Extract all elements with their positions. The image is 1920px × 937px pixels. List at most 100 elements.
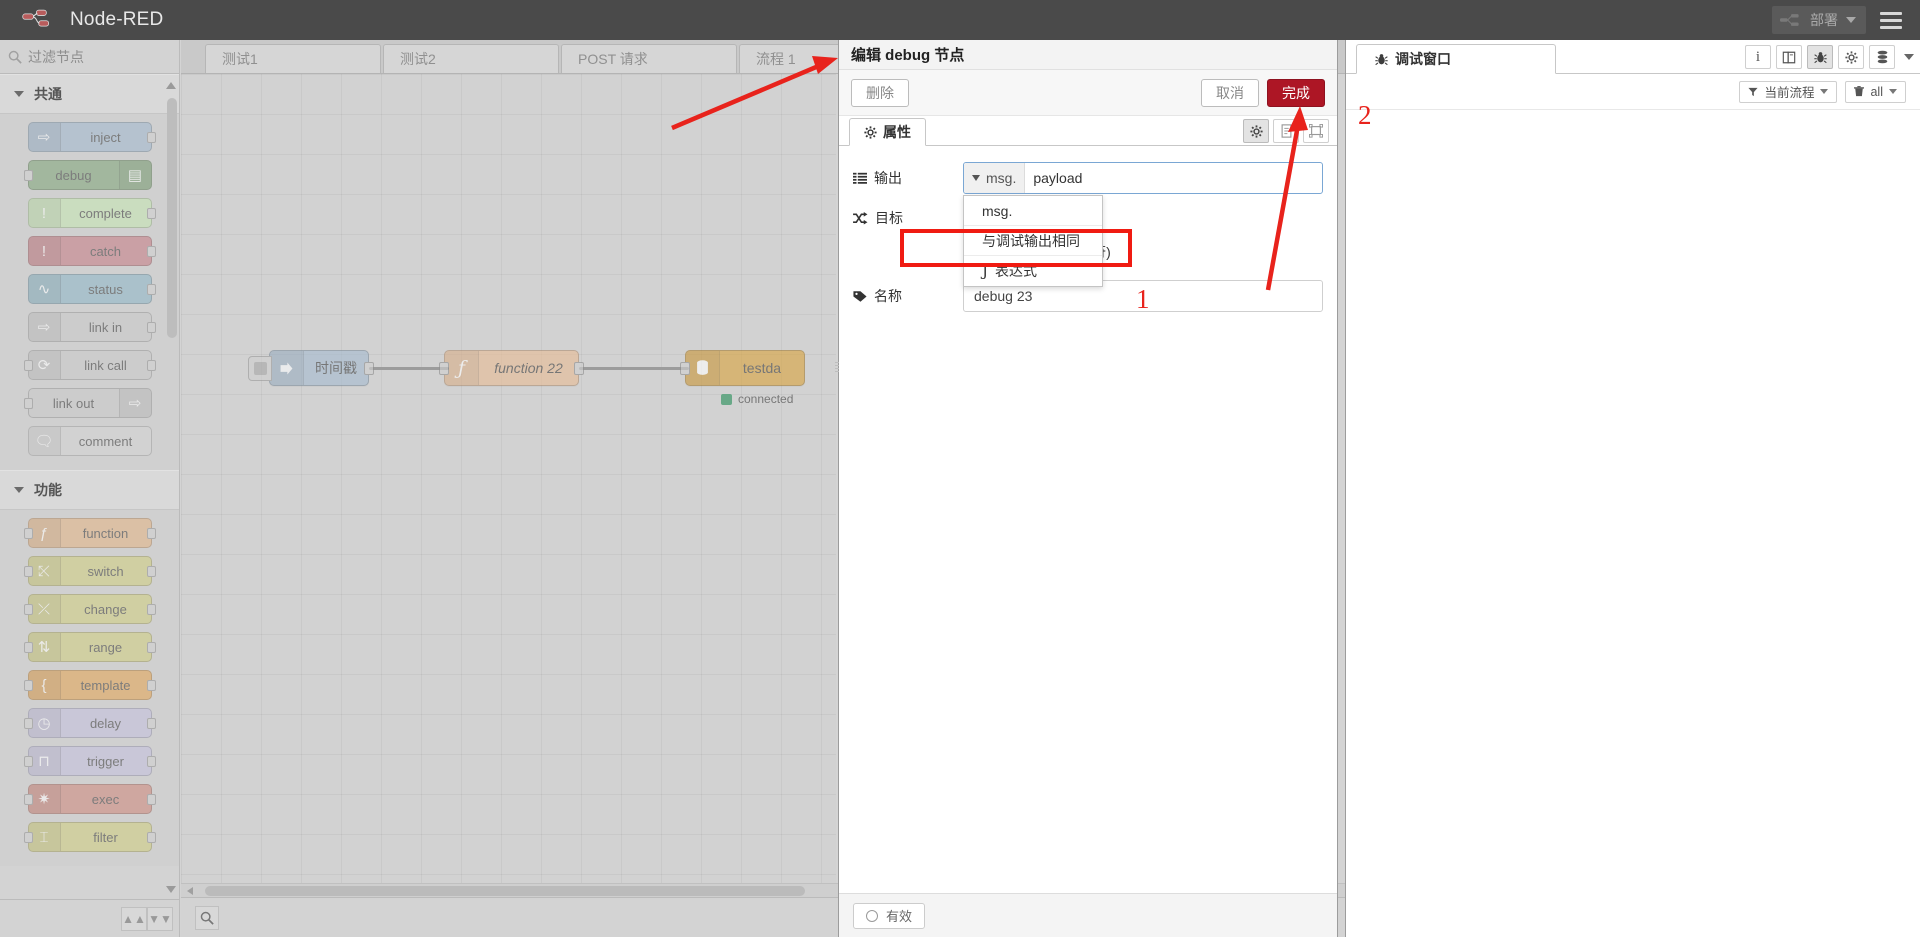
node-input-port[interactable] <box>23 642 33 653</box>
inject-trigger-button[interactable] <box>248 356 272 381</box>
node-input-port[interactable] <box>23 756 33 767</box>
node-input-port[interactable] <box>23 528 33 539</box>
node-input-port[interactable] <box>680 362 690 375</box>
chevron-down-icon[interactable] <box>1904 54 1914 60</box>
scroll-up-icon[interactable] <box>166 82 176 89</box>
collapse-all-icon[interactable]: ▲▲ <box>121 906 147 931</box>
palette-node-link-out[interactable]: link out ⇨ <box>23 388 152 418</box>
node-input-port[interactable] <box>439 362 449 375</box>
node-input-port[interactable] <box>23 718 33 729</box>
node-input-port[interactable] <box>23 680 33 691</box>
panel-resize-handle[interactable] <box>835 360 839 448</box>
palette-category-header[interactable]: 功能 <box>0 470 179 510</box>
palette-node-inject[interactable]: ⇨ inject <box>27 122 156 152</box>
palette-node-range[interactable]: ⇅ range <box>23 632 156 662</box>
scrollbar-thumb[interactable] <box>205 886 805 896</box>
node-input-port[interactable] <box>23 604 33 615</box>
node-input-port[interactable] <box>23 360 33 371</box>
node-output-port[interactable] <box>146 528 156 539</box>
node-output-port[interactable] <box>146 284 156 295</box>
node-input-port[interactable] <box>23 398 33 409</box>
palette-node-change[interactable]: ⤫ change <box>23 594 156 624</box>
palette-node-complete[interactable]: ! complete <box>27 198 156 228</box>
palette-node-status[interactable]: ∿ status <box>27 274 156 304</box>
palette-node-trigger[interactable]: ⊓ trigger <box>23 746 156 776</box>
node-output-port[interactable] <box>146 832 156 843</box>
palette-node-comment[interactable]: 🗨 comment <box>27 426 152 456</box>
palette-node-link-call[interactable]: ⟳ link call <box>23 350 156 380</box>
done-button[interactable]: 完成 <box>1267 78 1325 107</box>
expand-all-icon[interactable]: ▼▼ <box>147 906 173 931</box>
palette-node-catch[interactable]: ! catch <box>27 236 156 266</box>
palette-category-label: 功能 <box>34 482 62 498</box>
node-output-port[interactable] <box>146 680 156 691</box>
node-output-port[interactable] <box>146 642 156 653</box>
palette-node-delay[interactable]: ◷ delay <box>23 708 156 738</box>
node-output-port[interactable] <box>146 718 156 729</box>
debug-clear-button[interactable]: all <box>1845 80 1906 103</box>
node-input-port[interactable] <box>23 832 33 843</box>
annotation-marker-1: 1 <box>1136 284 1150 314</box>
dropdown-item-expression[interactable]: J 表达式 <box>964 256 1102 286</box>
node-output-port[interactable] <box>146 566 156 577</box>
node-output-port[interactable] <box>146 246 156 257</box>
output-value-input[interactable]: payload <box>1025 170 1322 186</box>
node-input-port[interactable] <box>23 170 33 181</box>
canvas-search-button[interactable] <box>195 906 219 930</box>
node-output-port[interactable] <box>146 322 156 333</box>
cancel-button[interactable]: 取消 <box>1201 78 1259 107</box>
scroll-left-icon[interactable] <box>187 887 193 895</box>
node-output-port[interactable] <box>146 132 156 143</box>
node-output-port[interactable] <box>146 360 156 371</box>
palette-node-link-in[interactable]: ⇨ link in <box>27 312 156 342</box>
node-output-port[interactable] <box>146 756 156 767</box>
palette-node-function[interactable]: ƒ function <box>23 518 156 548</box>
output-type-selector[interactable]: msg. <box>964 163 1026 193</box>
node-output-port[interactable] <box>146 794 156 805</box>
node-output-port[interactable] <box>146 208 156 219</box>
tab-properties[interactable]: 属性 <box>849 118 926 146</box>
node-enabled-toggle[interactable]: 有效 <box>853 902 926 929</box>
flow-tab-2[interactable]: POST 请求 <box>561 44 737 73</box>
chevron-down-icon[interactable] <box>1846 17 1856 23</box>
delete-button[interactable]: 删除 <box>851 78 909 107</box>
flow-tab-1[interactable]: 测试2 <box>383 44 559 73</box>
deploy-button[interactable]: 部署 <box>1772 6 1866 34</box>
appearance-icon[interactable] <box>1303 119 1329 143</box>
flow-node-database[interactable]: testda <box>680 350 805 386</box>
debug-filter-button[interactable]: 当前流程 <box>1739 80 1838 103</box>
dropdown-item-same-as-debug[interactable]: 与调试输出相同 <box>964 226 1102 256</box>
node-output-port[interactable] <box>146 604 156 615</box>
flow-canvas[interactable]: 时间戳 ƒ function 22 testda connected <box>181 74 836 897</box>
node-input-port[interactable] <box>23 794 33 805</box>
gear-icon[interactable] <box>1838 45 1864 69</box>
palette-scrollbar[interactable] <box>167 98 177 338</box>
context-data-icon[interactable] <box>1869 45 1895 69</box>
palette-category-header[interactable]: 共通 <box>0 74 179 114</box>
grip-line <box>835 368 839 369</box>
help-book-icon[interactable] <box>1776 45 1802 69</box>
main-menu-button[interactable] <box>1880 11 1906 29</box>
flow-node-function[interactable]: ƒ function 22 <box>439 350 584 386</box>
node-output-port[interactable] <box>574 362 584 375</box>
palette-node-filter[interactable]: ⌶ filter <box>23 822 156 852</box>
palette-search[interactable]: 过滤节点 <box>0 40 179 74</box>
output-type-dropdown[interactable]: msg. 与调试输出相同 J 表达式 <box>963 195 1103 287</box>
description-icon[interactable] <box>1273 119 1299 143</box>
palette-node-switch[interactable]: ⤪ switch <box>23 556 156 586</box>
edit-dialog-tabs: 属性 <box>839 116 1337 146</box>
dropdown-item-msg[interactable]: msg. <box>964 196 1102 226</box>
palette-node-template[interactable]: {template <box>23 670 156 700</box>
flow-node-inject[interactable]: 时间戳 <box>248 350 374 386</box>
scroll-down-icon[interactable] <box>166 886 176 893</box>
info-icon[interactable]: i <box>1745 45 1771 69</box>
palette-node-debug[interactable]: debug ▤ <box>23 160 152 190</box>
output-typed-input[interactable]: msg. payload <box>963 162 1323 194</box>
gear-icon[interactable] <box>1243 119 1269 143</box>
tab-debug-window[interactable]: 调试窗口 <box>1356 44 1556 74</box>
node-output-port[interactable] <box>364 362 374 375</box>
node-input-port[interactable] <box>23 566 33 577</box>
flow-tab-0[interactable]: 测试1 <box>205 44 381 73</box>
bug-icon[interactable] <box>1807 45 1833 69</box>
palette-node-exec[interactable]: ✷ exec <box>23 784 156 814</box>
